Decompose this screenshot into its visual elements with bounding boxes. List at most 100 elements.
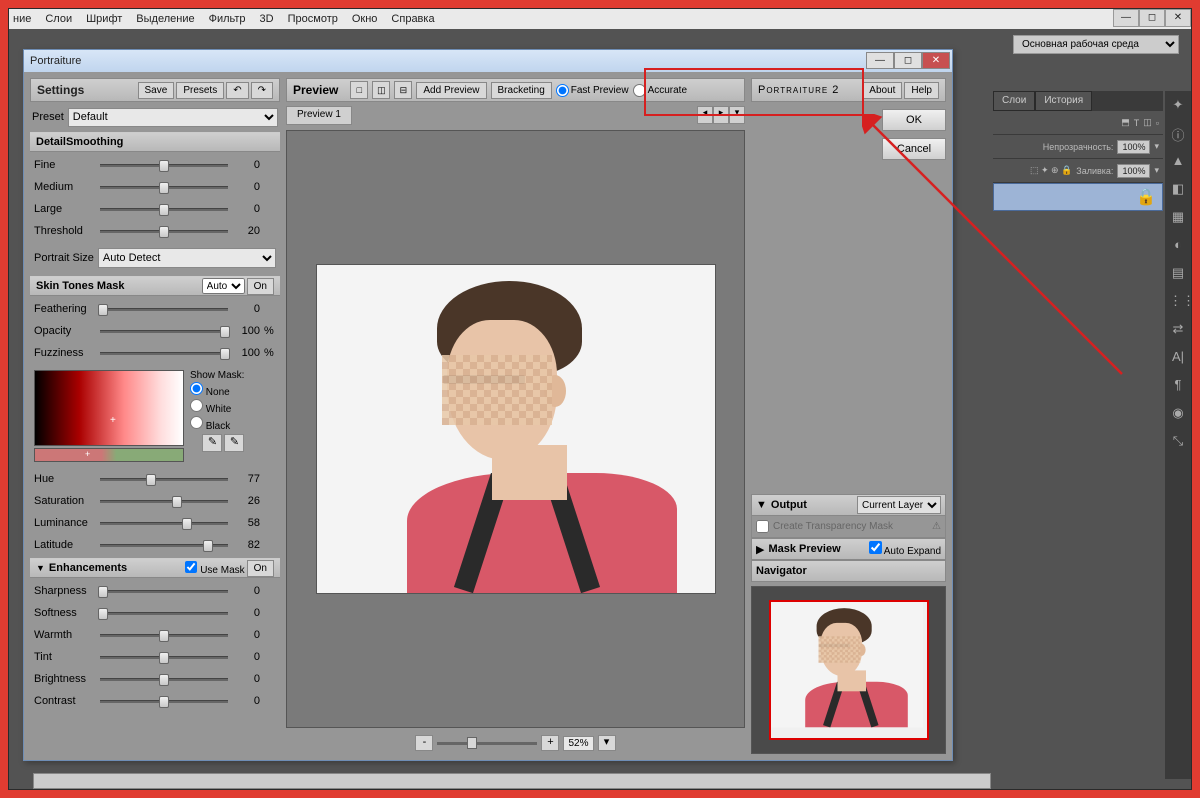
eyedropper-icon[interactable]: ✎ <box>202 434 222 452</box>
view-split-v-icon[interactable]: ⊟ <box>394 81 412 99</box>
close-icon[interactable]: ✕ <box>1165 9 1191 27</box>
sharpness-slider[interactable] <box>100 590 228 593</box>
accurate-radio[interactable] <box>633 84 646 97</box>
ok-button[interactable]: OK <box>882 109 946 131</box>
tab-history[interactable]: История <box>1035 91 1092 111</box>
preview-tab[interactable]: Preview 1 <box>286 106 352 125</box>
menu-item[interactable]: Окно <box>352 13 378 25</box>
horizontal-scrollbar[interactable] <box>33 773 991 789</box>
char-icon[interactable]: A| <box>1169 349 1187 367</box>
presets-button[interactable]: Presets <box>176 82 224 99</box>
tab-layers[interactable]: Слои <box>993 91 1035 111</box>
info-icon[interactable]: ⓘ <box>1169 125 1187 143</box>
mask-white-radio[interactable] <box>190 399 203 412</box>
menu-item[interactable]: Слои <box>45 13 72 25</box>
tool-icon[interactable]: ⇄ <box>1169 321 1187 339</box>
tab-next-icon[interactable]: ▸ <box>713 106 729 124</box>
bracketing-button[interactable]: Bracketing <box>491 82 552 99</box>
use-mask-checkbox[interactable] <box>185 561 197 573</box>
luminance-slider[interactable] <box>100 522 228 525</box>
minimize-icon[interactable]: — <box>866 52 894 69</box>
create-transparency-checkbox[interactable] <box>756 520 769 533</box>
save-button[interactable]: Save <box>138 82 175 99</box>
hue-slider[interactable] <box>100 478 228 481</box>
fast-preview-radio[interactable] <box>556 84 569 97</box>
menu-item[interactable]: Просмотр <box>288 13 338 25</box>
compass-icon[interactable]: ✦ <box>1169 97 1187 115</box>
cancel-button[interactable]: Cancel <box>882 138 946 160</box>
navigator-header[interactable]: Navigator <box>751 560 946 582</box>
threshold-slider[interactable] <box>100 230 228 233</box>
brush-icon[interactable]: ⋮⋮ <box>1169 293 1187 311</box>
menu-item[interactable]: Выделение <box>136 13 194 25</box>
zoom-in-button[interactable]: + <box>541 735 559 751</box>
menu-item[interactable]: ние <box>13 13 31 25</box>
mask-mode-dropdown[interactable]: Auto <box>202 278 245 294</box>
about-button[interactable]: About <box>862 82 902 99</box>
dialog-title-bar[interactable]: Portraiture — ◻ ✕ <box>24 50 952 72</box>
layer-row[interactable]: 🔒 <box>993 183 1163 211</box>
mask-on-button[interactable]: On <box>247 278 274 295</box>
detail-smoothing-header[interactable]: DetailSmoothing <box>30 132 280 152</box>
latitude-slider[interactable] <box>100 544 228 547</box>
brightness-slider[interactable] <box>100 678 228 681</box>
swatches-icon[interactable]: ◧ <box>1169 181 1187 199</box>
zoom-value[interactable]: 52% <box>563 736 593 751</box>
medium-slider[interactable] <box>100 186 228 189</box>
mask-preview-header[interactable]: ▶Mask Preview Auto Expand <box>751 538 946 560</box>
contrast-slider[interactable] <box>100 700 228 703</box>
view-split-h-icon[interactable]: ◫ <box>372 81 390 99</box>
preset-dropdown[interactable]: Default <box>68 108 278 127</box>
menu-item[interactable]: Справка <box>391 13 434 25</box>
output-mode-dropdown[interactable]: Current Layer <box>857 496 941 514</box>
histogram-icon[interactable]: ▲ <box>1169 153 1187 171</box>
auto-expand-checkbox[interactable] <box>869 541 882 554</box>
add-preview-button[interactable]: Add Preview <box>416 82 486 99</box>
saturation-slider[interactable] <box>100 500 228 503</box>
tab-prev-icon[interactable]: ◂ <box>697 106 713 124</box>
minimize-icon[interactable]: — <box>1113 9 1139 27</box>
mask-none-radio[interactable] <box>190 382 203 395</box>
enh-on-button[interactable]: On <box>247 560 274 577</box>
hue-bar[interactable] <box>34 448 184 462</box>
adjust-icon[interactable]: ◐ <box>1169 237 1187 255</box>
enhancements-header[interactable]: ▼Enhancements Use MaskOn <box>30 558 280 578</box>
opacity-value[interactable]: 100% <box>1117 140 1150 154</box>
path-icon[interactable]: ⤡ <box>1169 433 1187 451</box>
close-icon[interactable]: ✕ <box>922 52 950 69</box>
mask-black-radio[interactable] <box>190 416 203 429</box>
portrait-size-dropdown[interactable]: Auto Detect <box>98 248 276 268</box>
maximize-icon[interactable]: ◻ <box>1139 9 1165 27</box>
undo-button[interactable]: ↶ <box>226 82 248 99</box>
large-slider[interactable] <box>100 208 228 211</box>
fuzziness-slider[interactable] <box>100 352 228 355</box>
menu-item[interactable]: Фильтр <box>209 13 246 25</box>
help-button[interactable]: Help <box>904 82 939 99</box>
tab-menu-icon[interactable]: ▾ <box>729 106 745 124</box>
zoom-menu-icon[interactable]: ▾ <box>598 735 616 751</box>
warmth-slider[interactable] <box>100 634 228 637</box>
tint-slider[interactable] <box>100 656 228 659</box>
softness-slider[interactable] <box>100 612 228 615</box>
menu-item[interactable]: Шрифт <box>86 13 122 25</box>
menu-item[interactable]: 3D <box>260 13 274 25</box>
clone-icon[interactable]: ◉ <box>1169 405 1187 423</box>
color-picker[interactable] <box>34 370 184 446</box>
redo-button[interactable]: ↷ <box>251 82 273 99</box>
navigator-panel[interactable] <box>751 586 946 754</box>
para-icon[interactable]: ¶ <box>1169 377 1187 395</box>
view-single-icon[interactable]: □ <box>350 81 368 99</box>
workspace-dropdown[interactable]: Основная рабочая среда <box>1013 35 1179 54</box>
eyedropper-minus-icon[interactable]: ✎ <box>224 434 244 452</box>
mask-icon[interactable]: ▤ <box>1169 265 1187 283</box>
styles-icon[interactable]: ▦ <box>1169 209 1187 227</box>
fill-value[interactable]: 100% <box>1117 164 1150 178</box>
zoom-out-button[interactable]: - <box>415 735 433 751</box>
maximize-icon[interactable]: ◻ <box>894 52 922 69</box>
zoom-slider[interactable] <box>437 742 537 745</box>
feathering-slider[interactable] <box>100 308 228 311</box>
fine-slider[interactable] <box>100 164 228 167</box>
skin-tones-header[interactable]: Skin Tones MaskAutoOn <box>30 276 280 296</box>
opacity-slider[interactable] <box>100 330 228 333</box>
output-header[interactable]: ▼OutputCurrent Layer <box>751 494 946 516</box>
